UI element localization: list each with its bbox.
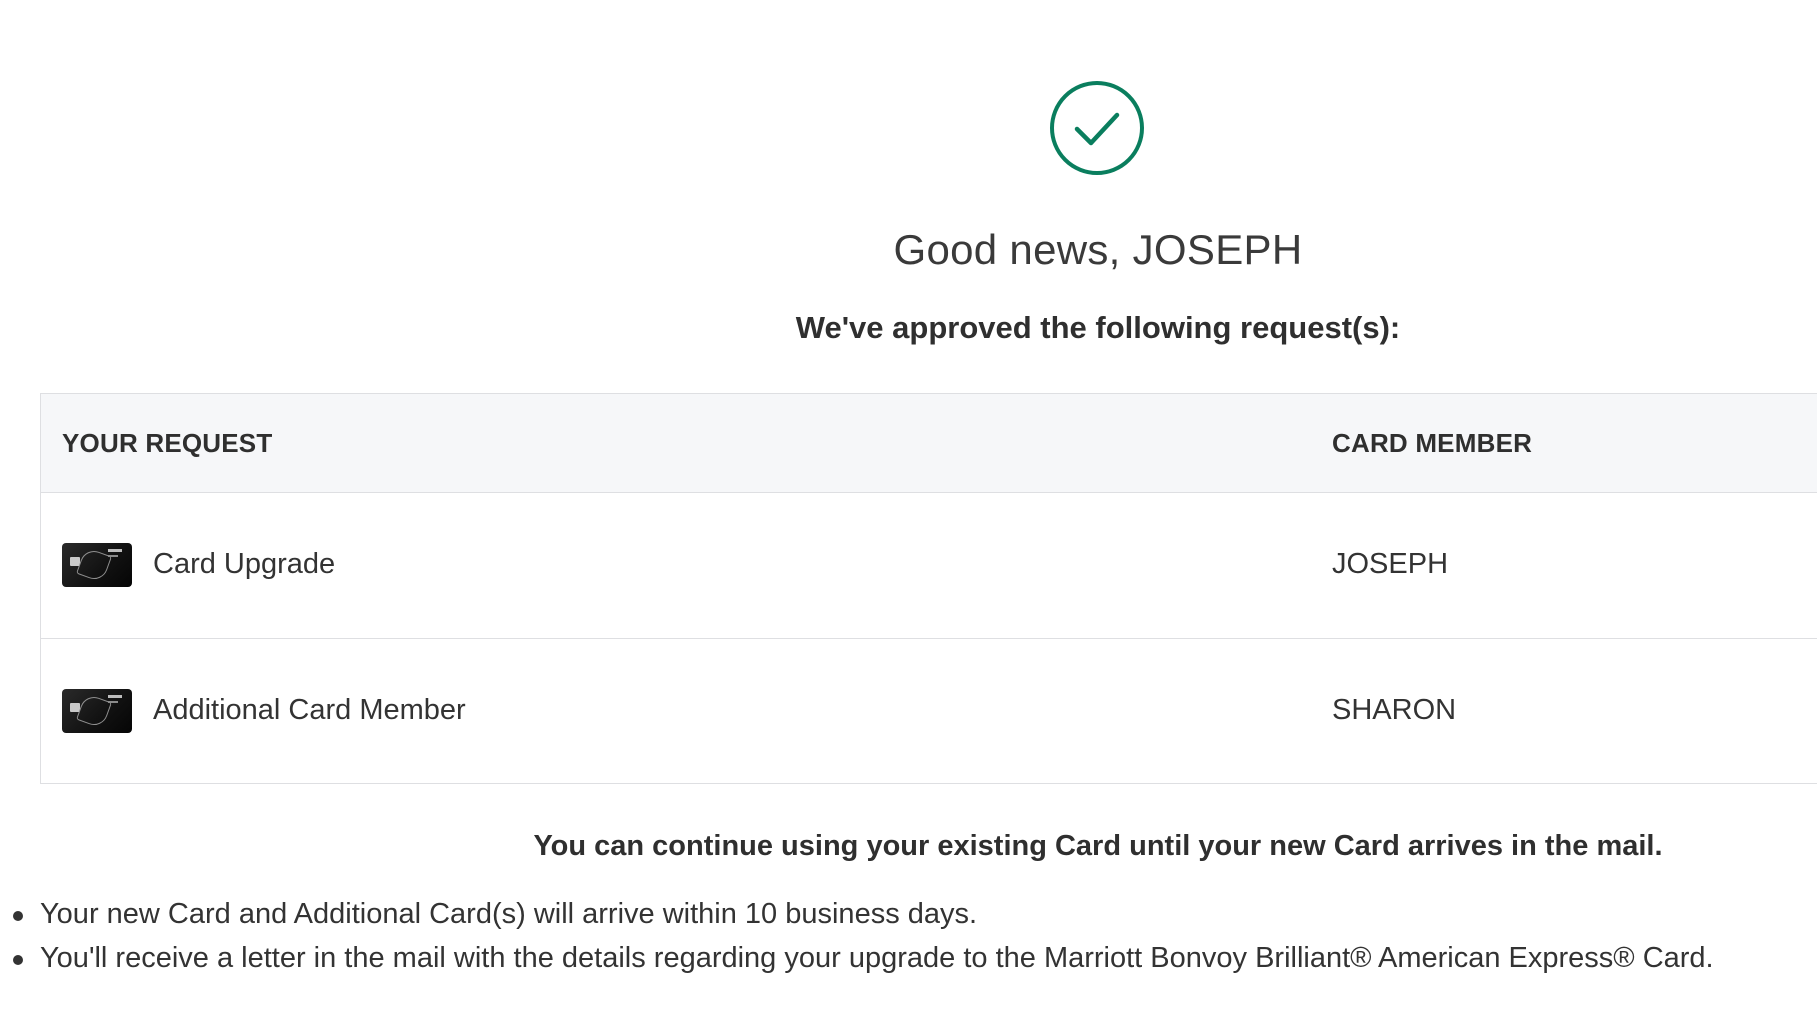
- card-icon: [62, 543, 132, 587]
- table-header: YOUR REQUEST CARD MEMBER: [41, 394, 1817, 493]
- card-icon: [62, 689, 132, 733]
- column-header-card-member: CARD MEMBER: [1332, 428, 1533, 458]
- check-circle-icon: [1049, 80, 1145, 176]
- request-label: Additional Card Member: [153, 694, 466, 726]
- existing-card-note: You can continue using your existing Car…: [533, 830, 1663, 862]
- approved-requests-table: YOUR REQUEST CARD MEMBER Card Upgrade JO…: [40, 393, 1817, 784]
- table-row: Card Upgrade JOSEPH: [41, 493, 1817, 639]
- list-item-text: Your new Card and Additional Card(s) wil…: [40, 898, 978, 930]
- info-list: Your new Card and Additional Card(s) wil…: [0, 892, 1714, 980]
- greeting-heading: Good news, JOSEPH: [893, 226, 1303, 273]
- bullet-icon: [13, 911, 23, 921]
- approved-subheading: We've approved the following request(s):: [795, 310, 1401, 345]
- list-item: You'll receive a letter in the mail with…: [0, 936, 1714, 980]
- list-item-text: You'll receive a letter in the mail with…: [40, 942, 1714, 974]
- card-member-name: JOSEPH: [1332, 548, 1449, 580]
- card-member-name: SHARON: [1332, 694, 1457, 726]
- request-label: Card Upgrade: [153, 548, 336, 580]
- bullet-icon: [13, 955, 23, 965]
- confirmation-page: Good news, JOSEPH We've approved the fol…: [0, 0, 1817, 1029]
- list-item: Your new Card and Additional Card(s) wil…: [0, 892, 1714, 936]
- column-header-request: YOUR REQUEST: [62, 428, 273, 458]
- table-row: Additional Card Member SHARON: [41, 639, 1817, 784]
